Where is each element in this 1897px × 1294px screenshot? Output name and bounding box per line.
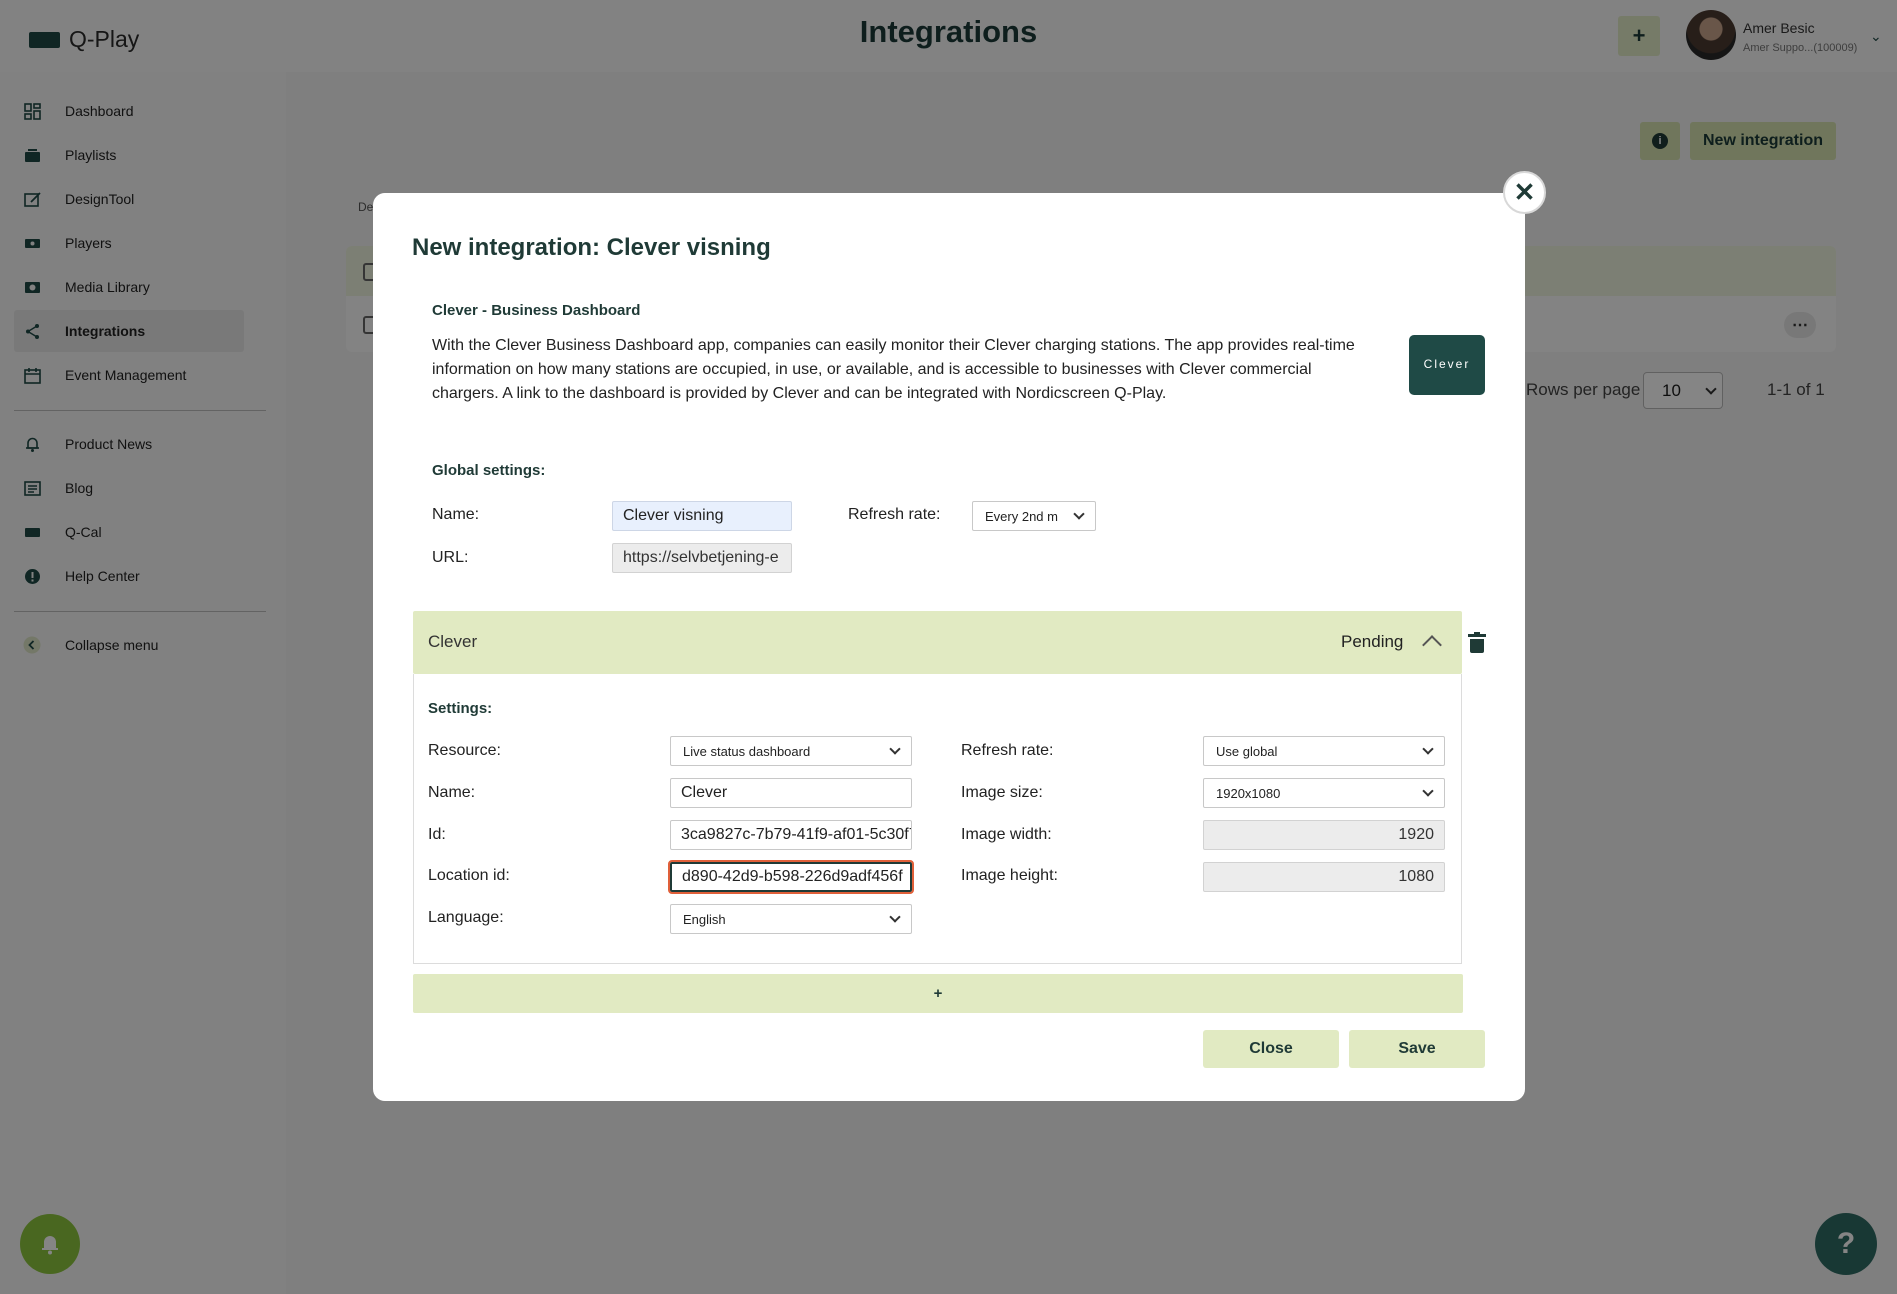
trash-icon[interactable] bbox=[1468, 632, 1486, 654]
location-id-label: Location id: bbox=[428, 867, 510, 884]
save-button[interactable]: Save bbox=[1349, 1030, 1485, 1068]
language-select[interactable]: English bbox=[670, 904, 912, 934]
image-width-input[interactable]: 1920 bbox=[1203, 820, 1445, 850]
global-name-input[interactable]: Clever visning bbox=[612, 501, 792, 531]
location-id-input[interactable]: d890-42d9-b598-226d9adf456f bbox=[668, 860, 914, 894]
add-resource-button[interactable]: + bbox=[413, 974, 1463, 1013]
item-refresh-value: Use global bbox=[1216, 743, 1278, 759]
language-label: Language: bbox=[428, 909, 504, 926]
item-name-input[interactable]: Clever bbox=[670, 778, 912, 808]
image-width-label: Image width: bbox=[961, 826, 1052, 843]
close-button[interactable]: Close bbox=[1203, 1030, 1339, 1068]
id-label: Id: bbox=[428, 826, 446, 843]
close-icon[interactable]: ✕ bbox=[1503, 171, 1546, 214]
global-name-label: Name: bbox=[432, 506, 480, 523]
image-size-select[interactable]: 1920x1080 bbox=[1203, 778, 1445, 808]
item-name-label: Name: bbox=[428, 784, 476, 801]
integration-item-body bbox=[413, 674, 1462, 964]
clever-logo: Clever bbox=[1409, 335, 1485, 395]
chevron-down-icon bbox=[889, 911, 901, 923]
global-refresh-select[interactable]: Every 2nd m bbox=[972, 501, 1096, 531]
chevron-down-icon bbox=[1073, 508, 1085, 520]
resource-label: Resource: bbox=[428, 742, 501, 759]
app-description: With the Clever Business Dashboard app, … bbox=[432, 337, 1355, 402]
integration-item-header[interactable] bbox=[413, 611, 1462, 674]
chevron-down-icon bbox=[889, 743, 901, 755]
clever-logo-text: Clever bbox=[1423, 357, 1471, 371]
image-height-label: Image height: bbox=[961, 867, 1058, 884]
modal-title: New integration: Clever visning bbox=[412, 234, 771, 261]
settings-title: Settings: bbox=[428, 700, 493, 717]
image-height-input[interactable]: 1080 bbox=[1203, 862, 1445, 892]
integration-item-name: Clever bbox=[428, 632, 478, 651]
image-size-label: Image size: bbox=[961, 784, 1043, 801]
app-name: Clever - Business Dashboard bbox=[432, 302, 641, 319]
item-refresh-label: Refresh rate: bbox=[961, 742, 1054, 759]
item-refresh-select[interactable]: Use global bbox=[1203, 736, 1445, 766]
global-refresh-label: Refresh rate: bbox=[848, 506, 941, 523]
global-settings-title: Global settings: bbox=[432, 462, 546, 479]
global-url-input[interactable]: https://selvbetjening-e bbox=[612, 543, 792, 573]
global-refresh-value: Every 2nd m bbox=[985, 508, 1058, 524]
global-url-label: URL: bbox=[432, 549, 469, 566]
image-size-value: 1920x1080 bbox=[1216, 785, 1281, 801]
chevron-down-icon bbox=[1422, 743, 1434, 755]
resource-select[interactable]: Live status dashboard bbox=[670, 736, 912, 766]
resource-value: Live status dashboard bbox=[683, 743, 811, 759]
id-input[interactable]: 3ca9827c-7b79-41f9-af01-5c30f7 bbox=[670, 820, 912, 850]
status-badge: Pending bbox=[1341, 632, 1404, 651]
language-value: English bbox=[683, 911, 726, 927]
chevron-down-icon bbox=[1422, 785, 1434, 797]
